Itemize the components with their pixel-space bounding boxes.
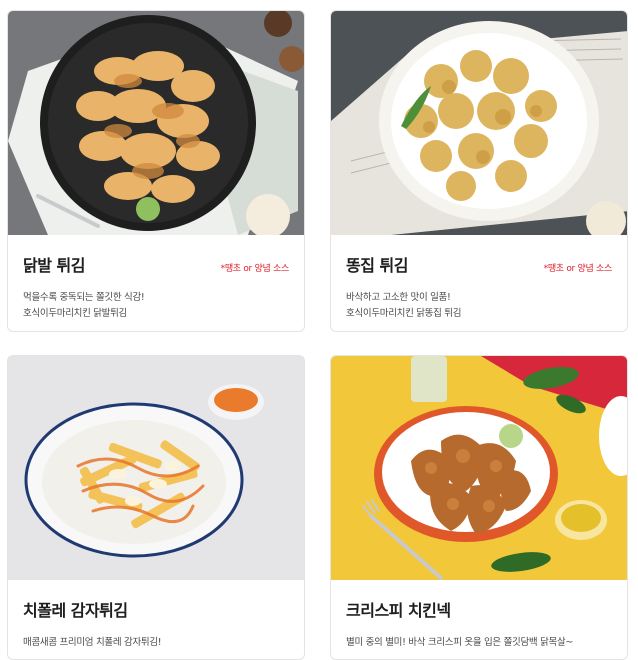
menu-title: 똥집 튀김 [346,256,408,275]
description-line: 먹을수록 중독되는 쫄깃한 식감! [23,292,145,303]
menu-description: 매콤새콤 프리미엄 치폴레 감자튀김! [23,635,289,651]
description-line: 별미 중의 별미! 바삭 크리스피 옷을 입은 쫄깃담백 닭목살~ [346,637,574,648]
description-line: 호식이두마리치킨 닭발튀김 [23,308,128,319]
gizzard-photo [331,11,627,235]
sauce-badge: *땡초 or 양념 소스 [543,264,613,274]
description-line: 호식이두마리치킨 닭똥집 튀김 [346,308,462,319]
menu-description: 별미 중의 별미! 바삭 크리스피 옷을 입은 쫄깃담백 닭목살~ [346,635,612,651]
crispy-chicken-neck-photo [331,356,627,580]
menu-description: 바삭하고 고소한 맛이 일품! 호식이두마리치킨 닭똥집 튀김 [346,290,612,322]
menu-card-chipotle-fries[interactable]: 치폴레 감자튀김 매콤새콤 프리미엄 치폴레 감자튀김! [7,355,305,660]
description-line: 바삭하고 고소한 맛이 일품! [346,292,451,303]
chipotle-fries-photo [8,356,304,580]
menu-card-chicken-feet[interactable]: 닭발 튀김 *땡초 or 양념 소스 먹을수록 중독되는 쫄깃한 식감! 호식이… [7,10,305,332]
menu-card-crispy-chicken-neck[interactable]: 크리스피 치킨넥 별미 중의 별미! 바삭 크리스피 옷을 입은 쫄깃담백 닭목… [330,355,628,660]
menu-card-gizzard[interactable]: 똥집 튀김 *땡초 or 양념 소스 바삭하고 고소한 맛이 일품! 호식이두마… [330,10,628,332]
menu-description: 먹을수록 중독되는 쫄깃한 식감! 호식이두마리치킨 닭발튀김 [23,290,289,322]
menu-title: 닭발 튀김 [23,256,85,275]
menu-title: 크리스피 치킨넥 [346,601,451,620]
sauce-badge: *땡초 or 양념 소스 [220,264,290,274]
chicken-feet-photo [8,11,304,235]
menu-title: 치폴레 감자튀김 [23,601,128,620]
description-line: 매콤새콤 프리미엄 치폴레 감자튀김! [23,637,162,648]
